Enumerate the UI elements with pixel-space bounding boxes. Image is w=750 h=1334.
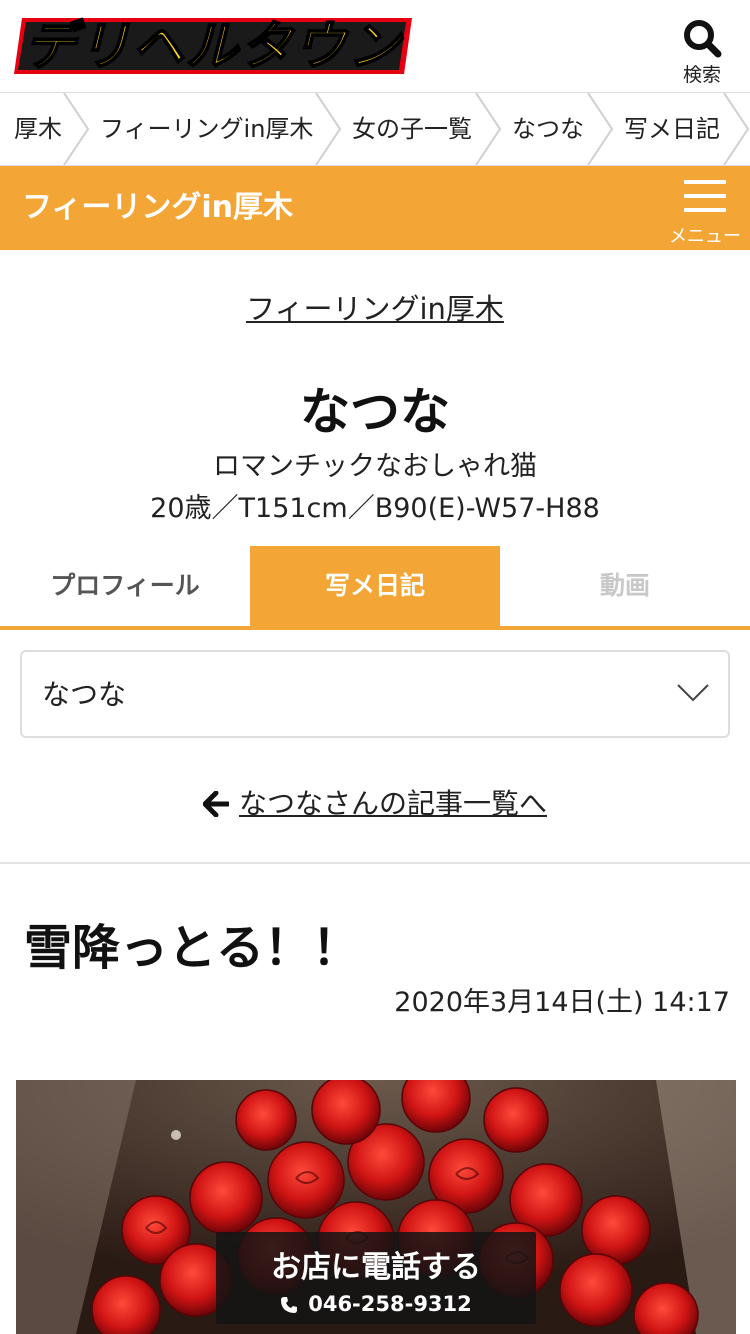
- search-button[interactable]: 検索: [672, 18, 732, 88]
- menu-button[interactable]: メニュー: [666, 178, 744, 247]
- breadcrumb-item-area[interactable]: 厚木: [14, 93, 62, 165]
- chevron-right-icon: [475, 93, 502, 165]
- shop-link-text[interactable]: フィーリングin厚木: [246, 292, 504, 326]
- site-header: デリヘルタウン 検索: [0, 0, 750, 92]
- breadcrumb-item-shop[interactable]: フィーリングin厚木: [100, 93, 313, 165]
- call-shop-button[interactable]: お店に電話する 046-258-9312: [216, 1232, 536, 1324]
- call-button-title: お店に電話する: [271, 1250, 481, 1285]
- girl-select-value: なつな: [42, 678, 127, 711]
- girl-name: なつな: [300, 383, 450, 441]
- chevron-down-icon: [676, 682, 710, 708]
- call-button-number: 046-258-9312: [308, 1292, 472, 1316]
- logo-text: デリヘルタウン: [24, 17, 404, 77]
- post-title: 雪降っとる！！: [24, 920, 361, 976]
- back-to-articles-link[interactable]: なつなさんの記事一覧へ: [0, 782, 750, 824]
- site-logo[interactable]: デリヘルタウン: [8, 10, 418, 82]
- menu-label: メニュー: [669, 226, 741, 247]
- girl-spec: 20歳／T151cm／B90(E)-W57-H88: [150, 493, 600, 524]
- search-icon: [672, 18, 732, 58]
- breadcrumb: 厚木 フィーリングin厚木 女の子一覧 なつな 写メ日記: [0, 92, 750, 166]
- shop-link[interactable]: フィーリングin厚木: [0, 286, 750, 328]
- girl-catch-copy: ロマンチックなおしゃれ猫: [213, 451, 537, 482]
- chevron-right-icon: [723, 93, 750, 165]
- divider: [0, 862, 750, 864]
- shop-bar: フィーリングin厚木 メニュー: [0, 166, 750, 250]
- phone-icon: [280, 1295, 298, 1319]
- tab-profile[interactable]: プロフィール: [0, 546, 250, 626]
- post-date: 2020年3月14日(土) 14:17: [394, 987, 730, 1018]
- search-label: 検索: [682, 64, 721, 86]
- arrow-left-icon: [202, 790, 231, 824]
- tab-bar: プロフィール 写メ日記 動画: [0, 546, 750, 630]
- tab-photo-diary[interactable]: 写メ日記: [250, 546, 500, 626]
- chevron-right-icon: [63, 93, 90, 165]
- breadcrumb-item-girl[interactable]: なつな: [512, 93, 584, 165]
- shop-bar-title[interactable]: フィーリングin厚木: [22, 166, 293, 250]
- back-link-label[interactable]: なつなさんの記事一覧へ: [239, 787, 547, 820]
- tab-video: 動画: [500, 546, 750, 626]
- breadcrumb-item-girls[interactable]: 女の子一覧: [352, 93, 472, 165]
- girl-select[interactable]: なつな: [20, 650, 730, 738]
- chevron-right-icon: [315, 93, 342, 165]
- breadcrumb-item-current: 写メ日記: [624, 115, 720, 143]
- chevron-right-icon: [587, 93, 614, 165]
